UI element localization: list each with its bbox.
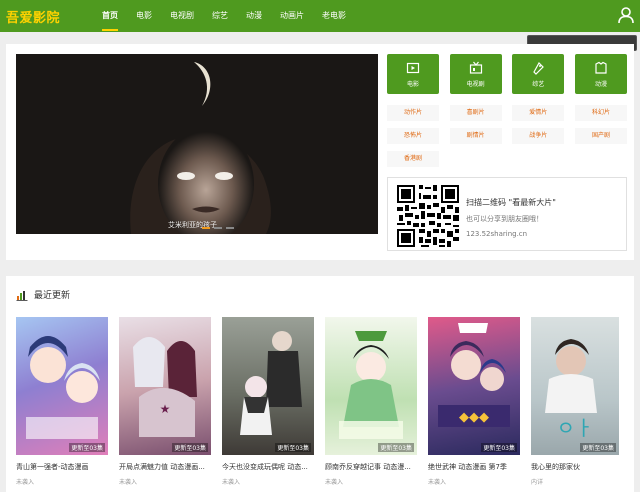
nav-item-movie[interactable]: 电影 (127, 0, 161, 32)
bar-chart-icon (16, 290, 28, 301)
category-buttons: 电影 电视剧 综艺 动漫 (387, 54, 627, 94)
poster-art: ★ (133, 337, 197, 437)
genre-romance[interactable]: 爱情片 (512, 105, 565, 121)
genre-hongkong[interactable]: 香港剧 (387, 151, 439, 167)
banner-caption: 艾米利亚的孩子 (16, 216, 378, 234)
poster-art (26, 336, 100, 439)
slider-dots (202, 227, 234, 229)
video-title[interactable]: 顾南乔反穿越记事 动态漫... (325, 462, 417, 472)
video-card[interactable]: ◆◆◆ 更新至03集 绝世武神 动态漫画 第7季 未袭入 (428, 317, 520, 486)
slider-dot[interactable] (202, 227, 210, 229)
video-cast: 未袭入 (119, 479, 138, 486)
video-title[interactable]: 开局点满魅力值 动态漫画... (119, 462, 211, 472)
video-poster[interactable]: 更新至03集 (16, 317, 108, 455)
latest-cards: 更新至03集 青山第一强者-动态漫画 未袭入 ★ 更新至03集 开局点满魅力值 … (16, 317, 634, 486)
main-nav: 首页 电影 电视剧 综艺 动漫 动画片 老电影 (93, 0, 355, 32)
variety-icon (533, 61, 545, 75)
video-poster[interactable]: ★ 更新至03集 (119, 317, 211, 455)
video-cast: 未袭入 (16, 479, 35, 486)
tv-icon (469, 61, 482, 74)
genre-links: 动作片 喜剧片 爱情片 科幻片 恐怖片 剧情片 战争片 国产剧 香港剧 (387, 105, 627, 167)
nav-item-tv[interactable]: 电视剧 (161, 0, 203, 32)
user-icon[interactable] (618, 7, 634, 24)
poster-art (240, 331, 302, 435)
video-card[interactable]: 更新至03集 青山第一强者-动态漫画 未袭入 (16, 317, 108, 486)
episode-badge: 更新至03集 (172, 443, 208, 452)
poster-art (339, 331, 403, 439)
video-poster[interactable]: ㅇㅏ 更新至03集 (531, 317, 619, 455)
anime-icon (595, 61, 607, 74)
poster-art: ㅇㅏ (545, 339, 597, 440)
nav-item-variety[interactable]: 综艺 (203, 0, 237, 32)
category-label: 动漫 (594, 80, 607, 88)
nav-item-old-movie[interactable]: 老电影 (313, 0, 355, 32)
latest-updates-section: 最近更新 更新至03集 青山第一强者-动态漫画 未袭入 ★ 更新至03集 开局点… (6, 276, 634, 492)
video-poster[interactable]: ◆◆◆ 更新至03集 (428, 317, 520, 455)
video-title[interactable]: 绝世武神 动态漫画 第7季 (428, 462, 520, 472)
slider-dot[interactable] (226, 227, 234, 229)
video-poster[interactable]: 更新至03集 (325, 317, 417, 455)
qr-text: 扫描二维码 "看最新大片" 也可以分享到朋友圈哦！ 123.52sharing.… (466, 197, 556, 238)
svg-text:ㅇㅏ: ㅇㅏ (557, 416, 594, 440)
episode-badge: 更新至03集 (275, 443, 311, 452)
category-button-movie[interactable]: 电影 (387, 54, 439, 94)
category-button-anime[interactable]: 动漫 (574, 54, 627, 94)
genre-drama[interactable]: 剧情片 (449, 128, 502, 144)
video-cast: 未袭入 (325, 479, 344, 486)
episode-badge: 更新至03集 (580, 443, 616, 452)
video-cast: 内详 (531, 479, 544, 486)
video-card[interactable]: 更新至03集 顾南乔反穿越记事 动态漫... 未袭入 (325, 317, 417, 486)
nav-item-home[interactable]: 首页 (93, 0, 127, 32)
episode-badge: 更新至03集 (481, 443, 517, 452)
genre-horror[interactable]: 恐怖片 (387, 128, 439, 144)
category-button-variety[interactable]: 综艺 (512, 54, 565, 94)
poster-art: ◆◆◆ (438, 323, 510, 427)
category-label: 综艺 (532, 80, 545, 88)
video-card[interactable]: ★ 更新至03集 开局点满魅力值 动态漫画... 未袭入 (119, 317, 211, 486)
nav-item-anime[interactable]: 动漫 (237, 0, 271, 32)
banner-slider[interactable]: 艾米利亚的孩子 (16, 54, 378, 234)
top-header: 吾爱影院 首页 电影 电视剧 综艺 动漫 动画片 老电影 (0, 0, 640, 32)
video-cast: 未袭入 (428, 479, 447, 486)
video-cast: 未袭入 (222, 479, 241, 486)
episode-badge: 更新至03集 (69, 443, 105, 452)
video-card[interactable]: 更新至03集 今天也没变成玩偶呢 动态... 未袭入 (222, 317, 314, 486)
movie-icon (406, 62, 420, 73)
genre-war[interactable]: 战争片 (512, 128, 565, 144)
qr-title: 扫描二维码 "看最新大片" (466, 198, 556, 207)
site-logo[interactable]: 吾爱影院 (6, 7, 60, 26)
section-header: 最近更新 (16, 288, 70, 301)
featured-panel: 艾米利亚的孩子 电影 电视剧 综艺 动漫 动作片 喜剧片 爱情片 科幻片 恐怖片… (6, 44, 634, 260)
genre-action[interactable]: 动作片 (387, 105, 439, 121)
slider-dot[interactable] (214, 227, 222, 229)
qr-code-image[interactable] (395, 183, 461, 249)
qr-share-box: 扫描二维码 "看最新大片" 也可以分享到朋友圈哦！ 123.52sharing.… (387, 177, 627, 251)
section-title: 最近更新 (34, 291, 71, 301)
episode-badge: 更新至03集 (378, 443, 414, 452)
banner-image (16, 54, 378, 234)
video-poster[interactable]: 更新至03集 (222, 317, 314, 455)
category-button-tv[interactable]: 电视剧 (449, 54, 502, 94)
svg-text:★: ★ (160, 402, 171, 416)
genre-comedy[interactable]: 喜剧片 (449, 105, 502, 121)
video-card[interactable]: ㅇㅏ 更新至03集 我心里的那家伙 内详 (531, 317, 619, 486)
qr-url[interactable]: 123.52sharing.cn (466, 230, 556, 238)
category-label: 电视剧 (466, 80, 485, 88)
video-title[interactable]: 今天也没变成玩偶呢 动态... (222, 462, 314, 472)
genre-domestic[interactable]: 国产剧 (574, 128, 627, 144)
svg-text:◆◆◆: ◆◆◆ (459, 410, 489, 425)
video-title[interactable]: 我心里的那家伙 (531, 462, 619, 472)
nav-item-cartoon[interactable]: 动画片 (271, 0, 313, 32)
category-label: 电影 (406, 80, 419, 88)
qr-subtitle: 也可以分享到朋友圈哦！ (466, 215, 543, 223)
video-title[interactable]: 青山第一强者-动态漫画 (16, 462, 108, 472)
genre-scifi[interactable]: 科幻片 (574, 105, 627, 121)
